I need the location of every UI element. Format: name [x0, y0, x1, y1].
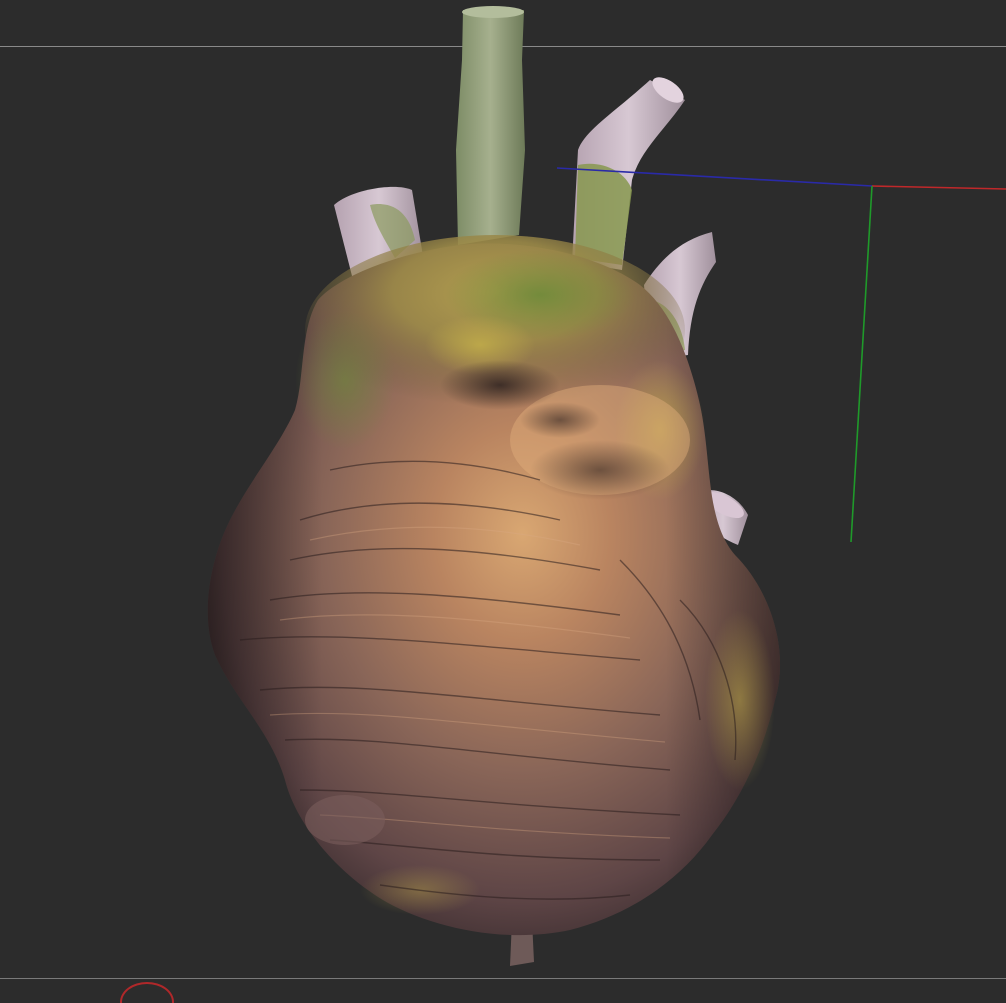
heart-model[interactable]: [0, 0, 1006, 1003]
vessel-aorta-tall: [456, 6, 525, 245]
3d-viewport[interactable]: [0, 0, 1006, 1003]
vessel-right-curved: [572, 77, 685, 270]
heart-body: [207, 235, 781, 936]
viewport-bottom-guide-line: [0, 978, 1006, 979]
